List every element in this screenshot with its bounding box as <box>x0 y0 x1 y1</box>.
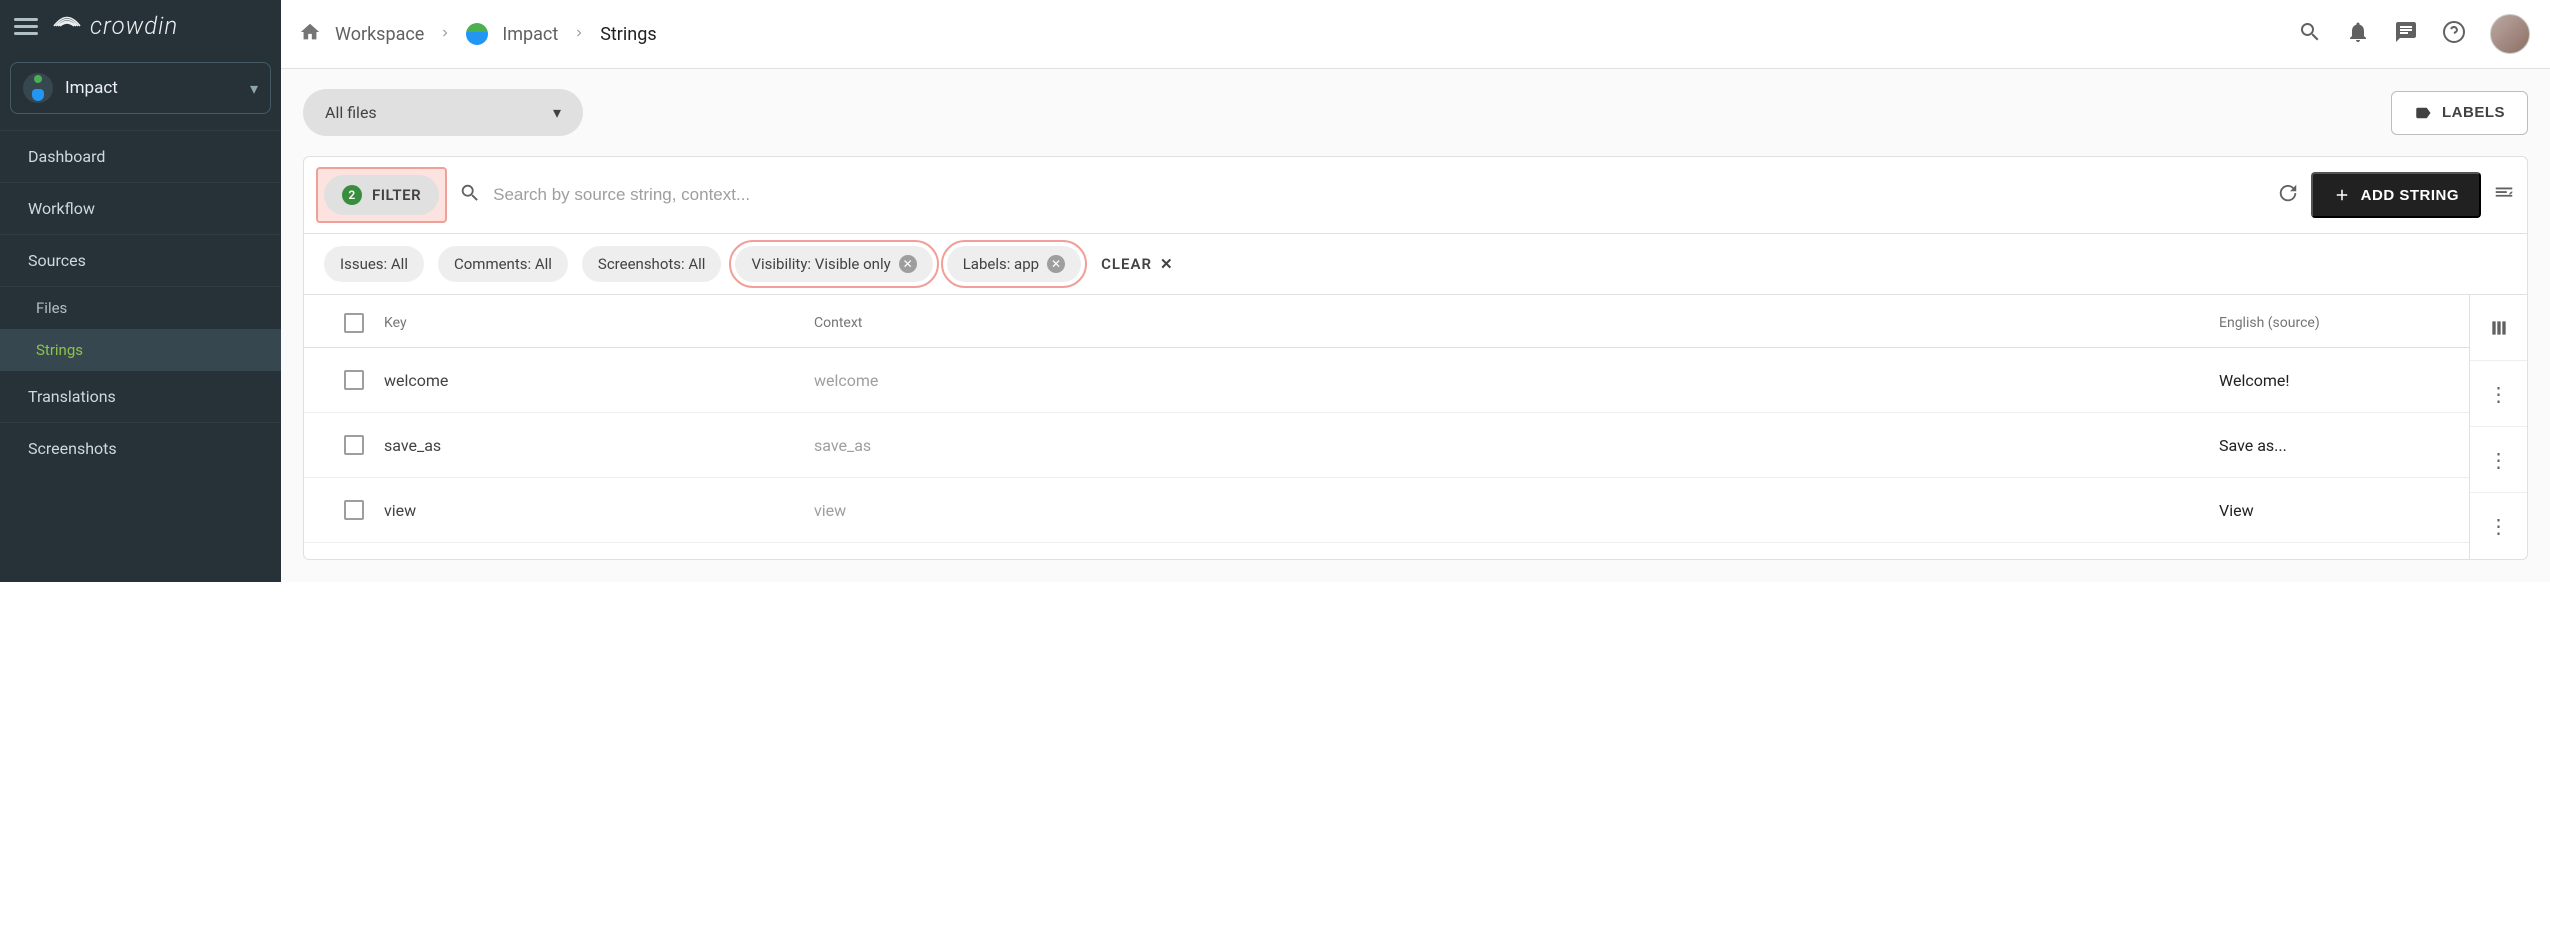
search-input[interactable] <box>493 185 2265 205</box>
sidebar-item-sources[interactable]: Sources <box>0 235 281 287</box>
breadcrumb-project[interactable]: Impact <box>502 24 558 45</box>
table-row[interactable]: welcomewelcomeWelcome! <box>304 348 2469 413</box>
home-icon[interactable] <box>299 21 321 48</box>
help-icon[interactable] <box>2442 20 2466 48</box>
add-string-button[interactable]: ADD STRING <box>2311 172 2481 218</box>
row-more-icon[interactable]: ⋮ <box>2470 493 2527 559</box>
add-string-label: ADD STRING <box>2361 187 2459 204</box>
table-row[interactable]: save_assave_asSave as... <box>304 413 2469 478</box>
column-english: English (source) <box>2219 315 2449 331</box>
cell-english: Welcome! <box>2219 371 2449 390</box>
chip-label: Visibility: Visible only <box>751 255 890 273</box>
logo[interactable]: crowdin <box>52 12 178 40</box>
chip-label: Comments: All <box>454 255 552 273</box>
filter-chip[interactable]: Issues: All <box>324 246 424 282</box>
table-row[interactable]: viewviewView <box>304 478 2469 543</box>
notifications-icon[interactable] <box>2346 20 2370 48</box>
chip-label: Labels: app <box>963 255 1039 273</box>
menu-button[interactable] <box>14 14 38 39</box>
logo-text: crowdin <box>90 12 178 40</box>
project-icon <box>23 73 53 103</box>
breadcrumb-current: Strings <box>600 24 656 45</box>
filter-count: 2 <box>342 185 362 205</box>
chevron-down-icon: ▾ <box>250 79 258 98</box>
files-select-label: All files <box>325 103 377 122</box>
breadcrumb-workspace[interactable]: Workspace <box>335 24 424 45</box>
project-selector[interactable]: Impact ▾ <box>10 62 271 114</box>
messages-icon[interactable] <box>2394 20 2418 48</box>
chevron-down-icon: ▾ <box>553 103 561 122</box>
row-more-icon[interactable]: ⋮ <box>2470 427 2527 493</box>
filter-button[interactable]: 2 FILTER <box>324 175 439 215</box>
sidebar-item-screenshots[interactable]: Screenshots <box>0 423 281 474</box>
row-checkbox[interactable] <box>344 500 364 520</box>
cell-english: Save as... <box>2219 436 2449 455</box>
sidebar-item-dashboard[interactable]: Dashboard <box>0 130 281 183</box>
search-icon <box>459 182 481 208</box>
row-checkbox[interactable] <box>344 370 364 390</box>
row-more-icon[interactable]: ⋮ <box>2470 361 2527 427</box>
clear-button[interactable]: CLEAR ✕ <box>1101 255 1174 273</box>
column-context: Context <box>814 315 2219 331</box>
avatar[interactable] <box>2490 14 2530 54</box>
columns-icon[interactable] <box>2470 295 2527 361</box>
chevron-right-icon <box>438 24 452 45</box>
filter-chip[interactable]: Visibility: Visible only ✕ <box>735 246 932 282</box>
cell-key: view <box>384 501 814 520</box>
cell-context: save_as <box>814 436 2219 455</box>
sync-icon[interactable] <box>2277 182 2299 208</box>
cell-context: view <box>814 501 2219 520</box>
sidebar-sub-strings[interactable]: Strings <box>0 329 281 371</box>
close-icon: ✕ <box>1160 255 1174 273</box>
labels-button[interactable]: LABELS <box>2391 91 2528 135</box>
clear-label: CLEAR <box>1101 255 1152 273</box>
filter-chip[interactable]: Comments: All <box>438 246 568 282</box>
cell-english: View <box>2219 501 2449 520</box>
files-select[interactable]: All files ▾ <box>303 89 583 136</box>
chip-label: Screenshots: All <box>598 255 706 273</box>
project-icon <box>466 23 488 45</box>
wrap-icon[interactable] <box>2493 182 2515 208</box>
search-icon[interactable] <box>2298 20 2322 48</box>
chip-label: Issues: All <box>340 255 408 273</box>
chevron-right-icon <box>572 24 586 45</box>
sidebar-sub-files[interactable]: Files <box>0 287 281 329</box>
chip-remove-icon[interactable]: ✕ <box>1047 255 1065 273</box>
breadcrumb: Workspace Impact Strings <box>299 21 657 48</box>
cell-key: save_as <box>384 436 814 455</box>
labels-button-label: LABELS <box>2442 104 2505 121</box>
project-name: Impact <box>65 78 238 98</box>
cell-context: welcome <box>814 371 2219 390</box>
sidebar-item-translations[interactable]: Translations <box>0 371 281 423</box>
chip-remove-icon[interactable]: ✕ <box>899 255 917 273</box>
column-key: Key <box>384 315 814 331</box>
sidebar-item-workflow[interactable]: Workflow <box>0 183 281 235</box>
row-checkbox[interactable] <box>344 435 364 455</box>
cell-key: welcome <box>384 371 814 390</box>
filter-chip[interactable]: Labels: app ✕ <box>947 246 1081 282</box>
filter-label: FILTER <box>372 186 421 204</box>
filter-chip[interactable]: Screenshots: All <box>582 246 722 282</box>
select-all-checkbox[interactable] <box>344 313 364 333</box>
